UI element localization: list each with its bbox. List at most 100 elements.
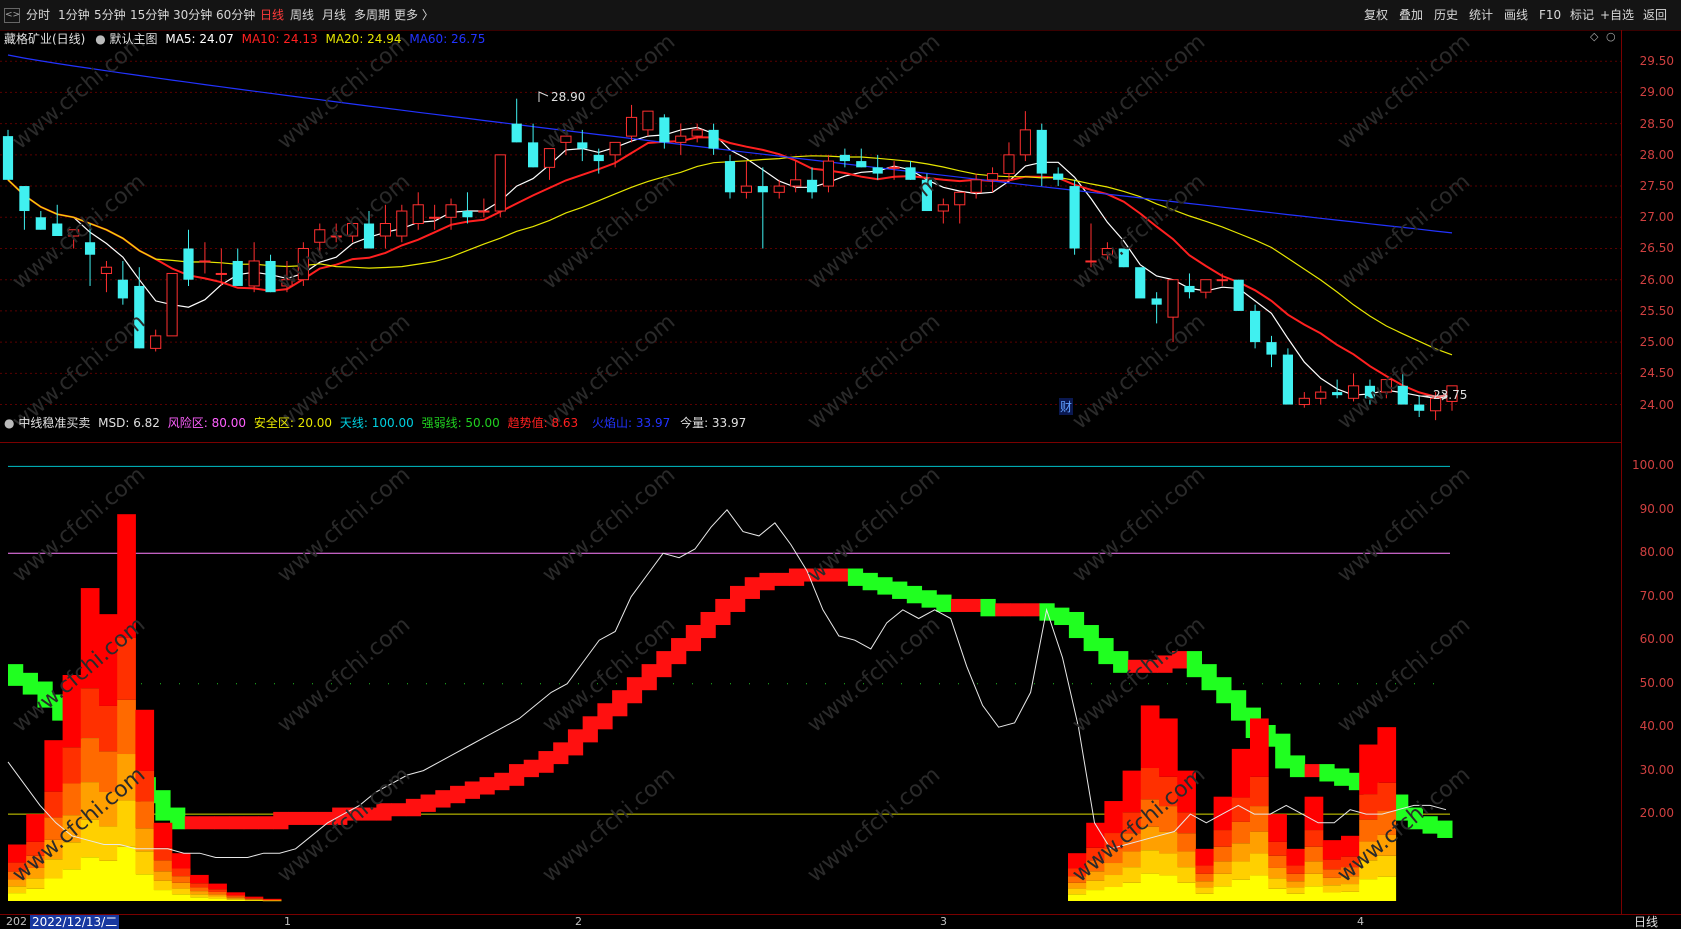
indicator-pane[interactable]: www.cfchi.com www.cfchi.com www.cfchi.com w… <box>0 416 1622 915</box>
flame-bar-segment <box>208 891 227 895</box>
candlestick-chart[interactable]: www.cfchi.com www.cfchi.com www.cfchi.com w… <box>0 30 1621 442</box>
candle <box>1233 279 1244 311</box>
indicator-chart[interactable]: www.cfchi.com www.cfchi.com www.cfchi.com w… <box>0 443 1621 915</box>
watermark: www.cfchi.com <box>273 462 415 587</box>
template-name[interactable]: 默认主图 <box>110 32 158 46</box>
period-tab[interactable]: 月线 <box>322 7 346 23</box>
trend-block <box>199 816 215 830</box>
trend-block <box>656 651 672 678</box>
candle-body <box>1250 310 1261 343</box>
indicator-legend: ● 中线稳准买卖 MSD: 6.82 风险区: 80.00 安全区: 20.00… <box>4 414 746 431</box>
trend-block <box>597 703 613 730</box>
f10-button[interactable]: F10 <box>1539 7 1561 23</box>
candle <box>1216 273 1228 286</box>
candle-body <box>642 110 654 131</box>
mark-button[interactable]: 标记 <box>1570 7 1594 23</box>
period-tab[interactable]: 5分钟 <box>94 7 126 23</box>
stock-name[interactable]: 藏格矿业(日线) <box>4 32 85 46</box>
candle-body <box>839 154 850 162</box>
candle <box>1069 179 1080 255</box>
flame-bar-segment <box>26 888 45 901</box>
period-tab[interactable]: 多周期 <box>354 7 390 23</box>
candle <box>1184 273 1195 299</box>
flame-bar-segment <box>80 857 100 901</box>
trend-block <box>22 672 38 695</box>
history-button[interactable]: 历史 <box>1434 7 1458 23</box>
draw-button[interactable]: 画线 <box>1504 7 1528 23</box>
flame-bar-segment <box>8 893 27 901</box>
candle <box>511 98 522 143</box>
candle-body <box>1167 279 1179 318</box>
flame-bar-segment <box>1304 873 1324 887</box>
flame-bar-segment <box>1250 776 1269 807</box>
period-tab-active[interactable]: 日线 <box>260 7 284 23</box>
settings-dot-icon[interactable]: ● <box>95 32 105 46</box>
date-axis[interactable]: 202 2022/12/13/二 1 2 3 4 日线 <box>0 914 1681 929</box>
candle <box>675 123 687 155</box>
add-watchlist-button[interactable]: +自选 <box>1600 7 1634 23</box>
flame-bar-segment <box>1068 894 1087 901</box>
collapse-button[interactable]: <> <box>4 8 20 23</box>
price-tick-label: 29.00 <box>1639 85 1674 100</box>
candle-body <box>708 129 719 149</box>
candle-body <box>822 160 835 187</box>
overlay-button[interactable]: 叠加 <box>1399 7 1423 23</box>
stats-button[interactable]: 统计 <box>1469 7 1493 23</box>
watermark: www.cfchi.com <box>1333 612 1475 737</box>
watermark: www.cfchi.com <box>273 169 415 294</box>
candle <box>708 123 719 155</box>
period-tab[interactable]: 30分钟 <box>173 7 212 23</box>
ma10-value: MA10: 24.13 <box>241 32 318 46</box>
flame-bar-segment <box>1195 887 1215 894</box>
candle <box>396 204 408 243</box>
watermark: www.cfchi.com <box>803 462 945 587</box>
finance-event-marker[interactable]: 财 <box>1059 398 1074 415</box>
flame-bar-segment <box>1286 848 1306 866</box>
flame-bar-segment <box>1213 830 1233 847</box>
flame-bar-segment <box>26 814 45 842</box>
trend-block <box>184 816 201 830</box>
period-tab[interactable]: 周线 <box>290 7 314 23</box>
trend-block <box>862 572 878 591</box>
indicator-toggle-icon[interactable]: ● <box>4 416 14 430</box>
flame-bar-segment <box>1104 887 1124 901</box>
flame-bar-segment <box>62 869 82 901</box>
back-button[interactable]: 返回 <box>1643 7 1667 23</box>
price-tick-label: 29.50 <box>1639 54 1674 69</box>
period-tab[interactable]: 60分钟 <box>216 7 255 23</box>
trend-block <box>774 572 790 586</box>
candle-body <box>954 191 966 206</box>
flame-bar-segment <box>1213 861 1233 874</box>
watermark: www.cfchi.com <box>8 30 150 155</box>
flame-bar-segment <box>117 800 136 847</box>
period-tab[interactable]: 15分钟 <box>130 7 169 23</box>
diamond-icon[interactable]: ◇ <box>1590 30 1598 43</box>
trend-block <box>744 577 760 599</box>
flame-bar-segment <box>1213 886 1233 901</box>
price-tick-label: 27.50 <box>1639 179 1674 194</box>
price-axis[interactable]: 29.50 29.00 28.50 28.00 27.50 27.00 26.50 26.00… <box>1621 30 1681 915</box>
fq-button[interactable]: 复权 <box>1364 7 1388 23</box>
flame-bar-segment <box>226 895 246 897</box>
period-tab[interactable]: 分时 <box>26 7 50 23</box>
indicator-name[interactable]: 中线稳准买卖 <box>18 416 90 430</box>
candle-body <box>593 154 604 162</box>
flame-bar-segment <box>171 882 191 889</box>
candle-body <box>856 161 867 168</box>
candle-body <box>19 186 30 212</box>
candle <box>1003 142 1015 180</box>
settings-icon[interactable]: ○ <box>1606 30 1616 43</box>
flame-bar-segment <box>135 874 155 901</box>
flame-bar-segment <box>1177 882 1196 901</box>
trend-block <box>229 816 245 830</box>
flame-bar-segment <box>99 860 118 901</box>
period-tab[interactable]: 1分钟 <box>58 7 90 23</box>
candle-body <box>1216 279 1228 282</box>
more-periods-button[interactable]: 更多 〉 <box>394 7 434 23</box>
flame-bar-segment <box>1122 851 1142 868</box>
flame-bar-segment <box>1104 875 1124 888</box>
main-chart-pane[interactable]: www.cfchi.com www.cfchi.com www.cfchi.com w… <box>0 30 1622 442</box>
msd-value: MSD: 6.82 <box>98 416 160 430</box>
flame-bar-segment <box>1322 877 1342 886</box>
trend-block <box>730 585 746 612</box>
